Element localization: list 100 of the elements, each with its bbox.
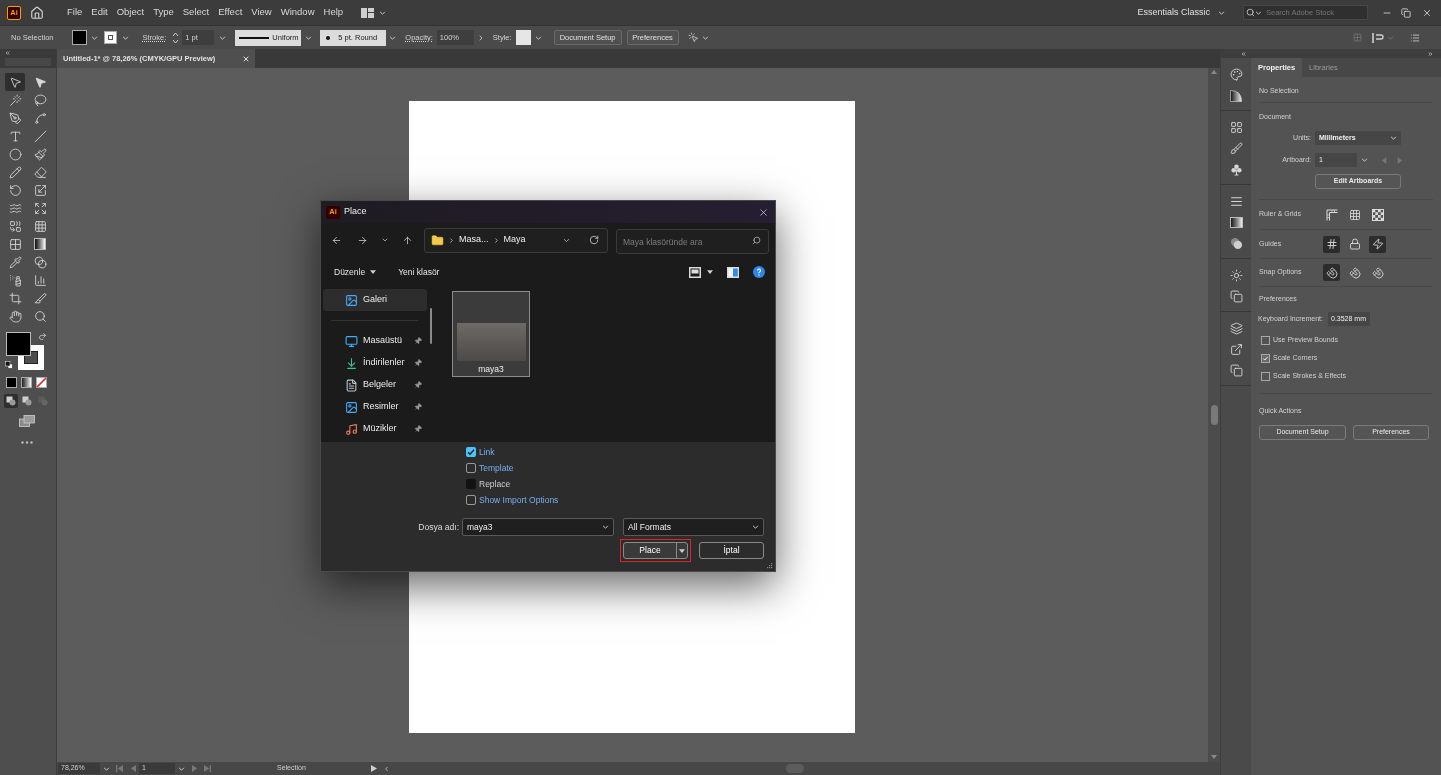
scrollbar-thumb[interactable] — [1210, 405, 1218, 425]
view-toggle[interactable] — [1323, 264, 1340, 281]
breadcrumb-item[interactable]: Masa... — [459, 233, 489, 247]
workspace-switcher[interactable]: Essentials Classic — [1137, 5, 1225, 20]
gradient-swatch-icon[interactable] — [1229, 217, 1243, 228]
nav-item[interactable]: Resimler — [323, 396, 427, 418]
fill-swatch[interactable] — [71, 30, 87, 45]
view-toggle[interactable] — [1346, 264, 1363, 281]
align-icon[interactable] — [1372, 32, 1384, 43]
help-icon[interactable] — [753, 266, 765, 278]
layers-icon[interactable] — [1229, 322, 1243, 335]
view-toggle[interactable] — [1323, 235, 1340, 253]
home-icon[interactable] — [30, 5, 44, 20]
stroke-swatch[interactable] — [103, 31, 117, 44]
club-icon[interactable] — [1229, 163, 1243, 176]
copy-icon[interactable] — [1229, 290, 1243, 303]
scroll-down-icon[interactable] — [1211, 755, 1217, 759]
workspace-layout-icon[interactable] — [361, 7, 375, 18]
place-button[interactable]: Place — [623, 542, 688, 559]
scrollbar-thumb[interactable] — [430, 308, 432, 344]
restore-icon[interactable] — [1401, 7, 1411, 18]
checkbox[interactable] — [466, 463, 476, 473]
expand-icon[interactable] — [1427, 50, 1434, 57]
up-icon[interactable] — [402, 234, 413, 246]
pointer-click-icon[interactable] — [687, 32, 699, 43]
palette-icon[interactable] — [1229, 68, 1243, 81]
toolbar-button[interactable]: Yeni klasör — [398, 265, 440, 279]
tool-button[interactable] — [5, 73, 25, 91]
menu-item[interactable]: Effect — [218, 5, 243, 20]
view-toggle[interactable] — [1323, 206, 1340, 223]
spinner-icon[interactable] — [172, 31, 180, 44]
checkbox[interactable] — [1261, 353, 1270, 363]
scroll-up-icon[interactable] — [1211, 70, 1217, 74]
forward-icon[interactable] — [357, 234, 368, 246]
collapse-icon[interactable] — [4, 50, 11, 56]
draw-mode-icon — [6, 396, 16, 406]
filename-field[interactable]: maya3 — [462, 518, 614, 536]
lines-icon[interactable] — [1229, 195, 1243, 208]
view-toggle[interactable] — [1369, 206, 1386, 223]
list-icon[interactable] — [1410, 32, 1420, 43]
sun-icon[interactable] — [1229, 269, 1243, 282]
chevron-down-icon[interactable] — [381, 236, 389, 244]
checkbox[interactable] — [466, 447, 476, 457]
gradient-icon[interactable] — [21, 377, 32, 388]
nav-item[interactable]: İndirilenler — [323, 352, 427, 374]
refresh-icon[interactable] — [589, 235, 599, 245]
menu-item[interactable]: Select — [182, 5, 210, 20]
back-icon[interactable] — [331, 234, 342, 246]
close-icon[interactable] — [758, 206, 769, 218]
nav-item[interactable]: Belgeler — [323, 374, 427, 396]
close-icon[interactable] — [242, 54, 250, 63]
gradient-shape-icon[interactable] — [1230, 89, 1242, 102]
collapse-icon[interactable] — [1240, 50, 1247, 57]
breadcrumb-item[interactable]: Maya — [503, 233, 526, 247]
menu-item[interactable]: Object — [116, 5, 145, 20]
nav-item[interactable]: Masaüstü — [323, 330, 427, 352]
format-dropdown[interactable]: All Formats — [623, 518, 764, 536]
overlapping-circles-icon[interactable] — [1229, 237, 1243, 250]
file-tile[interactable]: maya3 — [452, 291, 530, 377]
swap-arrow-icon[interactable] — [38, 332, 47, 341]
play-icon[interactable] — [370, 765, 377, 772]
music-icon — [345, 422, 358, 436]
line-icon — [33, 129, 47, 143]
chevron-left-icon[interactable] — [382, 764, 390, 773]
view-toggle[interactable] — [1369, 235, 1386, 253]
draw-mode-button[interactable] — [20, 394, 34, 408]
cancel-button[interactable]: İptal — [699, 542, 764, 559]
fill-swatch[interactable] — [6, 332, 31, 356]
checkbox[interactable] — [1261, 335, 1270, 345]
nav-item[interactable]: Galeri — [323, 289, 427, 311]
checkbox[interactable] — [466, 495, 476, 505]
menu-item[interactable]: View — [251, 5, 272, 20]
color-icon[interactable] — [6, 377, 17, 388]
style-swatch[interactable] — [515, 30, 531, 45]
checkbox[interactable] — [1261, 371, 1270, 381]
view-icon[interactable] — [689, 266, 701, 278]
draw-mode-button[interactable] — [4, 394, 18, 408]
menu-item[interactable]: Help — [323, 5, 344, 20]
preview-pane-icon[interactable] — [727, 266, 739, 278]
more-icon[interactable] — [21, 441, 33, 444]
swatches-grid-icon[interactable] — [1229, 121, 1243, 134]
menu-item[interactable]: Edit — [91, 5, 108, 20]
resize-grip-icon[interactable] — [767, 563, 773, 569]
picture-icon — [345, 293, 358, 307]
caret-icon — [752, 525, 759, 529]
view-toggle[interactable] — [1369, 264, 1386, 281]
default-colors-icon[interactable] — [5, 361, 13, 369]
menu-item[interactable]: Type — [153, 5, 174, 20]
close-icon[interactable] — [1422, 7, 1432, 18]
nav-item[interactable]: Müzikler — [323, 418, 427, 440]
search-field[interactable]: Maya klasöründe ara — [616, 229, 769, 254]
external-link-icon[interactable] — [1229, 343, 1243, 356]
brush-icon[interactable] — [1229, 142, 1243, 155]
menu-button[interactable]: Düzenle — [334, 265, 377, 279]
address-bar[interactable]: Masa... Maya — [424, 227, 608, 253]
none-icon[interactable] — [36, 377, 47, 388]
copy-icon[interactable] — [1229, 364, 1243, 377]
menu-item[interactable]: Window — [280, 5, 315, 20]
menu-item[interactable]: File — [67, 5, 83, 20]
screens-icon[interactable] — [19, 415, 35, 427]
